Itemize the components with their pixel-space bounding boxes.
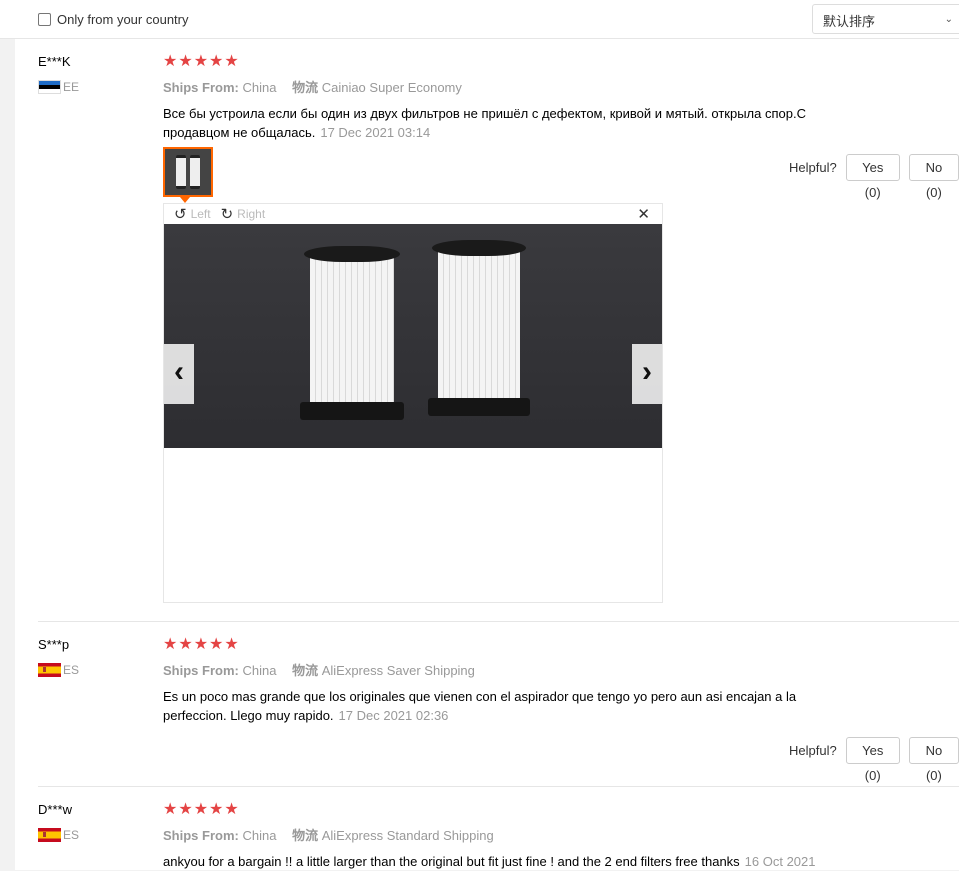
logistics-value: AliExpress Standard Shipping — [321, 828, 494, 843]
country-code: EE — [63, 80, 80, 94]
reviewer-country: EE — [38, 80, 79, 94]
review-date: 17 Dec 2021 03:14 — [320, 125, 431, 140]
shipping-info: Ships From: China 物流 AliExpress Saver Sh… — [163, 660, 863, 679]
review-filter-bar: Only from your country 默认排序 ⌄ — [0, 0, 959, 39]
review-date: 16 Oct 2021 — [744, 854, 816, 869]
chevron-down-icon: ⌄ — [944, 14, 953, 25]
vacuum-filter-image — [300, 246, 404, 420]
photo-viewer: ↺ Left ↻ Right ✕ ‹ › — [163, 203, 663, 603]
reviewer-name: S***p — [38, 637, 70, 652]
review-divider — [38, 786, 959, 787]
sort-order-value: 默认排序 — [823, 14, 876, 29]
helpful-vote: Helpful? Yes (0) No (0) — [789, 737, 959, 783]
star-rating: ★★★★★ — [163, 53, 240, 70]
ships-from-label: Ships From: — [163, 80, 239, 95]
country-code: ES — [63, 828, 80, 842]
reviewer-country: ES — [38, 663, 79, 677]
review-date: 17 Dec 2021 02:36 — [338, 708, 449, 723]
helpful-label: Helpful? — [789, 160, 837, 175]
rotate-left-button[interactable]: ↺ Left — [174, 205, 211, 223]
shipping-info: Ships From: China 物流 Cainiao Super Econo… — [163, 77, 863, 96]
reviewer-name: E***K — [38, 54, 71, 69]
review-content: Es un poco mas grande que los originales… — [163, 689, 797, 723]
reviewer-name: D***w — [38, 802, 72, 817]
review-divider — [38, 621, 959, 622]
estonia-flag-icon — [38, 80, 61, 94]
star-rating: ★★★★★ — [163, 636, 240, 653]
helpful-yes-button[interactable]: Yes (0) — [845, 737, 900, 783]
ships-from-label: Ships From: — [163, 663, 239, 678]
only-my-country-checkbox[interactable]: Only from your country — [38, 12, 189, 27]
star-rating: ★★★★★ — [163, 801, 240, 818]
logistics-label: 物流 — [292, 828, 319, 843]
logistics-value: AliExpress Saver Shipping — [321, 663, 475, 678]
vacuum-filter-image — [428, 240, 530, 416]
reviewer-country: ES — [38, 828, 79, 842]
ships-from-value: China — [242, 663, 277, 678]
helpful-no-button[interactable]: No (0) — [908, 154, 959, 200]
rotate-left-label: Left — [190, 207, 211, 221]
helpful-label: Helpful? — [789, 743, 837, 758]
rotate-right-label: Right — [237, 207, 266, 221]
review-text: Es un poco mas grande que los originales… — [163, 687, 863, 725]
review-content: Все бы устроила если бы один из двух фил… — [163, 106, 806, 140]
country-code: ES — [63, 663, 80, 677]
ships-from-value: China — [242, 80, 277, 95]
spain-flag-icon — [38, 663, 61, 677]
rotate-right-icon: ↻ — [220, 206, 234, 223]
close-icon[interactable]: ✕ — [637, 205, 650, 223]
review-photo — [164, 224, 662, 448]
helpful-no-button[interactable]: No (0) — [908, 737, 959, 783]
review-body: ★★★★★ Ships From: China 物流 AliExpress St… — [163, 802, 863, 871]
logistics-label: 物流 — [292, 80, 319, 95]
logistics-label: 物流 — [292, 663, 319, 678]
filter-thumb-shape — [190, 155, 200, 189]
spain-flag-icon — [38, 828, 61, 842]
rotate-left-icon: ↺ — [174, 206, 187, 223]
sort-order-select[interactable]: 默认排序 ⌄ — [812, 4, 959, 34]
filter-thumb-shape — [176, 155, 186, 189]
helpful-yes-button[interactable]: Yes (0) — [845, 154, 900, 200]
helpful-vote: Helpful? Yes (0) No (0) — [789, 154, 959, 200]
checkbox-box[interactable] — [38, 13, 51, 26]
rotate-right-button[interactable]: ↻ Right — [221, 205, 266, 223]
logistics-value: Cainiao Super Economy — [321, 80, 462, 95]
review-text: Все бы устроила если бы один из двух фил… — [163, 104, 863, 142]
review-body: ★★★★★ Ships From: China 物流 Cainiao Super… — [163, 54, 863, 142]
page-left-gutter — [0, 0, 15, 870]
only-my-country-label: Only from your country — [57, 12, 189, 27]
shipping-info: Ships From: China 物流 AliExpress Standard… — [163, 825, 863, 844]
next-photo-button[interactable]: › — [632, 344, 662, 404]
review-photo-thumbnail[interactable] — [163, 147, 213, 197]
review-body: ★★★★★ Ships From: China 物流 AliExpress Sa… — [163, 637, 863, 725]
photo-viewer-toolbar: ↺ Left ↻ Right ✕ — [164, 204, 662, 224]
review-content: ankyou for a bargain !! a little larger … — [163, 854, 740, 869]
previous-photo-button[interactable]: ‹ — [164, 344, 194, 404]
review-text: ankyou for a bargain !! a little larger … — [163, 852, 883, 871]
ships-from-value: China — [242, 828, 277, 843]
ships-from-label: Ships From: — [163, 828, 239, 843]
